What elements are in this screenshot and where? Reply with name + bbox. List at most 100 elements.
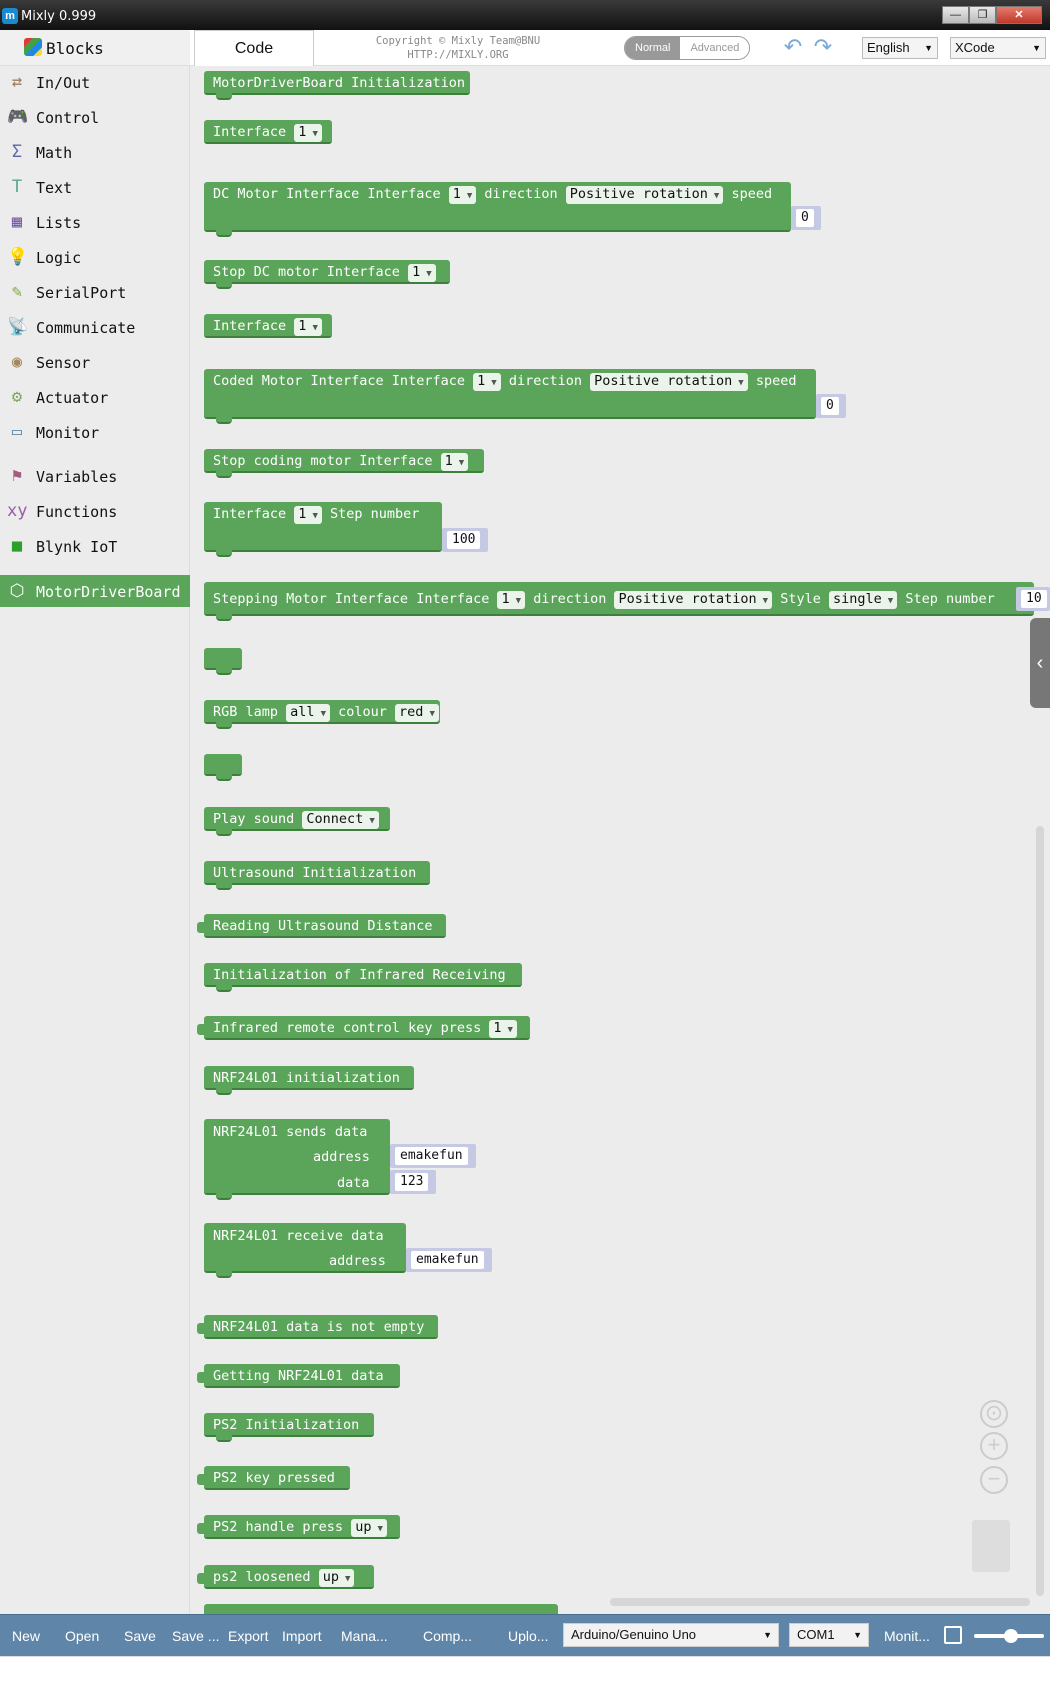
save-as-button[interactable]: Save ... xyxy=(172,1628,219,1644)
interface-dropdown[interactable]: 1 ▼ xyxy=(294,124,322,142)
step-value-block[interactable]: 100 xyxy=(442,528,488,552)
sidebar-item-serialport[interactable]: ✎ SerialPort xyxy=(0,276,190,308)
address-value-block[interactable]: emakefun xyxy=(406,1248,492,1272)
manage-button[interactable]: Mana... xyxy=(341,1628,388,1644)
compile-button[interactable]: Comp... xyxy=(423,1628,472,1644)
block-rgb-lamp[interactable]: RGB lamp all ▼ colour red ▼ xyxy=(204,700,440,729)
export-button[interactable]: Export xyxy=(228,1628,268,1644)
sidebar-item-text[interactable]: T Text xyxy=(0,171,190,203)
redo-icon[interactable]: ↷ xyxy=(810,35,836,59)
save-button[interactable]: Save xyxy=(124,1628,156,1644)
block-ps2-init[interactable]: PS2 Initialization xyxy=(204,1413,374,1442)
block-nrf-send[interactable]: NRF24L01 sends data address data xyxy=(204,1119,390,1200)
block-ps2-handle-press[interactable]: PS2 handle press up ▼ xyxy=(197,1515,400,1539)
colour-dropdown[interactable]: red ▼ xyxy=(395,704,439,722)
speed-value-block[interactable]: 0 xyxy=(816,394,846,418)
sidebar-item-inout[interactable]: ⇄ In/Out xyxy=(0,66,190,98)
block-ultrasound-init[interactable]: Ultrasound Initialization xyxy=(204,861,430,890)
sidebar-item-actuator[interactable]: ⚙ Actuator xyxy=(0,381,190,413)
font-size-slider[interactable] xyxy=(974,1629,1044,1643)
interface-dropdown[interactable]: 1 ▼ xyxy=(294,506,322,524)
zoom-out-icon[interactable]: − xyxy=(980,1466,1008,1494)
maximize-button[interactable]: ❐ xyxy=(969,6,996,24)
trash-icon[interactable] xyxy=(972,1520,1010,1572)
block-infrared-init[interactable]: Initialization of Infrared Receiving xyxy=(204,963,522,992)
block-empty[interactable] xyxy=(204,648,242,675)
block-coded-motor[interactable]: Coded Motor Interface Interface 1 ▼ direc… xyxy=(204,369,816,424)
block-play-sound[interactable]: Play sound Connect ▼ xyxy=(204,807,390,836)
direction-dropdown[interactable]: Positive rotation ▼ xyxy=(590,373,748,391)
blocks-tab[interactable]: Blocks xyxy=(0,30,190,66)
mode-advanced-button[interactable]: Advanced xyxy=(680,37,750,59)
block-stop-coding-motor[interactable]: Stop coding motor Interface 1 ▼ xyxy=(204,449,484,478)
sidebar-item-functions[interactable]: xy Functions xyxy=(0,495,190,527)
sidebar-item-variables[interactable]: ⚑ Variables xyxy=(0,460,190,492)
block-nrf-init[interactable]: NRF24L01 initialization xyxy=(204,1066,414,1095)
direction-dropdown[interactable]: up ▼ xyxy=(318,1569,355,1587)
sidebar-item-math[interactable]: Σ Math xyxy=(0,136,190,168)
interface-dropdown[interactable]: 1 ▼ xyxy=(497,591,526,609)
minimize-button[interactable]: — xyxy=(942,6,969,24)
address-value[interactable]: emakefun xyxy=(395,1147,468,1165)
slider-knob[interactable] xyxy=(1004,1629,1018,1643)
language-select[interactable]: English ▼ xyxy=(862,37,938,59)
undo-icon[interactable]: ↶ xyxy=(780,35,806,59)
block-ps2-loosened[interactable]: ps2 loosened up ▼ xyxy=(197,1565,374,1589)
interface-dropdown[interactable]: 1 ▼ xyxy=(294,318,322,336)
board-select[interactable]: Arduino/Genuino Uno ▼ xyxy=(563,1623,779,1647)
block-nrf-not-empty[interactable]: NRF24L01 data is not empty xyxy=(197,1315,438,1339)
mode-normal-button[interactable]: Normal xyxy=(625,37,681,59)
block-interface[interactable]: Interface 1 ▼ xyxy=(204,314,332,338)
step-value-block[interactable]: 10 xyxy=(1016,587,1050,611)
chip-icon[interactable] xyxy=(944,1626,962,1644)
block-nrf-receive[interactable]: NRF24L01 receive data address xyxy=(204,1223,406,1278)
vertical-scrollbar[interactable] xyxy=(1036,826,1044,1596)
step-value[interactable]: 100 xyxy=(447,531,481,549)
block-partial[interactable] xyxy=(204,1604,558,1614)
sidebar-item-lists[interactable]: ▦ Lists xyxy=(0,206,190,238)
speed-value[interactable]: 0 xyxy=(821,397,839,415)
speed-value[interactable]: 0 xyxy=(796,209,814,227)
sidebar-item-monitor[interactable]: ▭ Monitor xyxy=(0,416,190,448)
address-value-block[interactable]: emakefun xyxy=(390,1144,476,1168)
recenter-icon[interactable]: ⊙ xyxy=(980,1400,1008,1428)
data-value-block[interactable]: 123 xyxy=(390,1170,436,1194)
sound-dropdown[interactable]: Connect ▼ xyxy=(302,811,379,829)
website-link[interactable]: HTTP://MIXLY.ORG xyxy=(358,48,558,62)
block-empty[interactable] xyxy=(204,754,242,781)
collapse-panel-tab[interactable]: ‹ xyxy=(1030,618,1050,708)
close-button[interactable]: ✕ xyxy=(996,6,1042,24)
block-reading-ultrasound[interactable]: Reading Ultrasound Distance xyxy=(197,914,446,938)
new-button[interactable]: New xyxy=(12,1628,40,1644)
sidebar-item-sensor[interactable]: ◉ Sensor xyxy=(0,346,190,378)
horizontal-scrollbar[interactable] xyxy=(610,1598,1030,1606)
block-ps2-key-pressed[interactable]: PS2 key pressed xyxy=(197,1466,350,1490)
interface-dropdown[interactable]: 1 ▼ xyxy=(440,453,469,471)
block-infrared-key-press[interactable]: Infrared remote control key press 1 ▼ xyxy=(197,1016,530,1040)
block-dc-motor[interactable]: DC Motor Interface Interface 1 ▼ directio… xyxy=(204,182,791,237)
block-nrf-get-data[interactable]: Getting NRF24L01 data xyxy=(197,1364,400,1388)
speed-value-block[interactable]: 0 xyxy=(791,206,821,230)
block-stepper-interface[interactable]: Interface 1 ▼ Step number xyxy=(204,502,442,557)
sidebar-item-logic[interactable]: 💡 Logic xyxy=(0,241,190,273)
block-workspace[interactable]: MotorDriverBoard Initialization Interfac… xyxy=(190,66,1050,1614)
step-value[interactable]: 10 xyxy=(1021,590,1047,608)
upload-button[interactable]: Uplo... xyxy=(508,1628,548,1644)
sidebar-item-communicate[interactable]: 📡 Communicate xyxy=(0,311,190,343)
block-stop-dc-motor[interactable]: Stop DC motor Interface 1 ▼ xyxy=(204,260,450,289)
sidebar-item-motordriverboard[interactable]: ⬡ MotorDriverBoard xyxy=(0,575,190,607)
interface-dropdown[interactable]: 1 ▼ xyxy=(473,373,501,391)
address-value[interactable]: emakefun xyxy=(411,1251,484,1269)
interface-dropdown[interactable]: 1 ▼ xyxy=(408,264,436,282)
style-dropdown[interactable]: single ▼ xyxy=(829,591,898,609)
interface-dropdown[interactable]: 1 ▼ xyxy=(448,186,477,204)
key-dropdown[interactable]: 1 ▼ xyxy=(489,1020,517,1038)
sidebar-item-control[interactable]: 🎮 Control xyxy=(0,101,190,133)
code-tab[interactable]: Code xyxy=(194,30,314,66)
zoom-in-icon[interactable]: + xyxy=(980,1432,1008,1460)
lamp-dropdown[interactable]: all ▼ xyxy=(286,704,330,722)
import-button[interactable]: Import xyxy=(282,1628,322,1644)
data-value[interactable]: 123 xyxy=(395,1173,429,1191)
open-button[interactable]: Open xyxy=(65,1628,99,1644)
monitor-button[interactable]: Monit... xyxy=(884,1628,930,1644)
